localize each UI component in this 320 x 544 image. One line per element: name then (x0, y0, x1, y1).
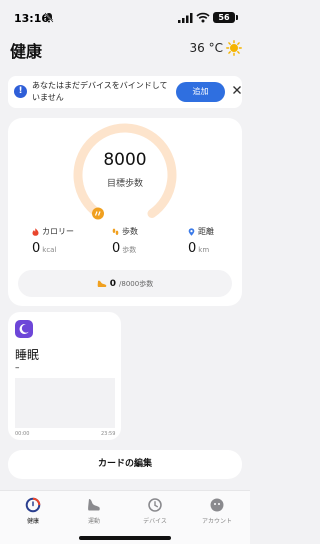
weather: 36 °C (190, 40, 242, 56)
steps-stat: 歩数 0 歩数 (112, 226, 138, 256)
face-icon (210, 498, 224, 512)
steps-label: 歩数 (122, 227, 138, 236)
sun-icon (226, 40, 242, 56)
tab-health-label: 健康 (26, 518, 39, 525)
distance-stat: 距離 0 km (188, 226, 214, 256)
add-device-button[interactable]: 追加 (176, 82, 225, 102)
tab-device[interactable]: デバイス (130, 497, 180, 525)
edit-cards-button[interactable]: カードの編集 (8, 450, 242, 479)
progress-knob-icon (92, 207, 104, 220)
steps-unit: 歩数 (122, 246, 137, 254)
steps-goal-pill[interactable]: 0/8000歩数 (18, 270, 232, 297)
home-indicator (79, 536, 171, 540)
goal-current: 0 (109, 278, 117, 289)
tab-exercise[interactable]: 運動 (69, 497, 119, 525)
tab-account-label: アカウント (201, 518, 232, 525)
sleep-value: – (15, 363, 20, 373)
health-ring-icon (25, 497, 41, 513)
shoe-icon (97, 280, 107, 287)
location-pin-icon (188, 227, 195, 236)
sleep-card[interactable]: 睡眠 – 00:00 23:59 (8, 312, 121, 440)
close-icon[interactable] (232, 85, 242, 95)
bind-device-notice: ! あなたはまだデバイスをバインドしていません 追加 (8, 76, 242, 108)
signal-icon (178, 13, 193, 23)
wifi-icon (196, 12, 210, 23)
watch-icon (148, 498, 162, 512)
tab-health[interactable]: 健康 (8, 497, 58, 525)
temperature: 36 °C (189, 41, 223, 55)
steps-progress-ring (73, 123, 177, 220)
flame-icon (32, 227, 39, 236)
calories-unit: kcal (42, 246, 57, 254)
goal-target: /8000歩数 (119, 279, 154, 288)
distance-unit: km (198, 246, 210, 254)
distance-value: 0 (188, 241, 197, 256)
status-bar: 13:16 56 (0, 0, 250, 34)
steps-value: 0 (112, 241, 121, 256)
bell-off-icon (44, 12, 54, 23)
notice-text: あなたはまだデバイスをバインドしていません (32, 81, 168, 102)
footprints-icon (112, 228, 119, 235)
sleep-chart-area (15, 378, 115, 428)
calories-value: 0 (32, 241, 41, 256)
distance-label: 距離 (198, 227, 214, 236)
battery-icon: 56 (213, 12, 238, 23)
calories-label: カロリー (42, 227, 74, 236)
calories-stat: カロリー 0 kcal (32, 226, 74, 256)
tab-account[interactable]: アカウント (192, 497, 242, 525)
steps-card[interactable]: 8000 目標歩数 カロリー 0 kcal 歩数 0 歩数 距離 0km 0 /… (8, 118, 242, 306)
tab-device-label: デバイス (143, 518, 167, 525)
moon-icon (15, 320, 33, 338)
info-icon: ! (14, 85, 27, 98)
sleep-time-end: 23:59 (101, 431, 116, 437)
shoe-icon (88, 499, 100, 511)
sleep-time-start: 00:00 (15, 431, 30, 437)
steps-goal-value: 8000 (103, 150, 147, 170)
steps-goal-label: 目標歩数 (106, 179, 143, 189)
page-title: 健康 (10, 42, 43, 61)
sleep-title: 睡眠 (15, 348, 40, 362)
tab-exercise-label: 運動 (87, 518, 100, 525)
